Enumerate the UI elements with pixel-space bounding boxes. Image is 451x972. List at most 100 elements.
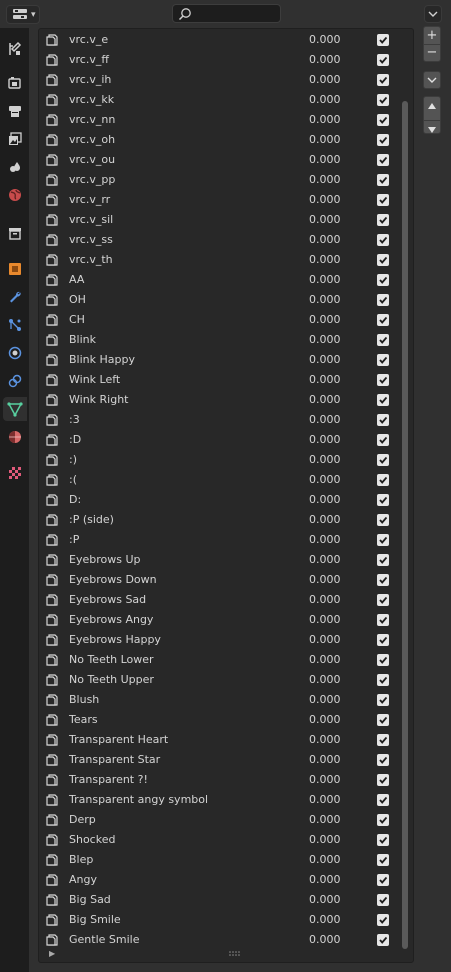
list-item[interactable]: vrc.v_nn 0.000 <box>39 110 403 130</box>
shape-key-name[interactable]: Eyebrows Down <box>69 573 157 586</box>
tab-physics[interactable] <box>3 341 27 365</box>
shape-key-mute-checkbox[interactable] <box>377 354 389 366</box>
shape-key-mute-checkbox[interactable] <box>377 754 389 766</box>
shape-key-mute-checkbox[interactable] <box>377 654 389 666</box>
move-down-button[interactable] <box>424 126 440 144</box>
shape-key-name[interactable]: vrc.v_rr <box>69 193 110 206</box>
list-item[interactable]: Blush 0.000 <box>39 690 403 710</box>
list-item[interactable]: vrc.v_e 0.000 <box>39 30 403 50</box>
shape-key-mute-checkbox[interactable] <box>377 114 389 126</box>
shape-key-name[interactable]: vrc.v_ss <box>69 233 113 246</box>
specials-menu-button[interactable] <box>423 71 441 89</box>
shape-key-name[interactable]: vrc.v_pp <box>69 173 115 186</box>
list-item[interactable]: vrc.v_ou 0.000 <box>39 150 403 170</box>
list-item[interactable]: vrc.v_oh 0.000 <box>39 130 403 150</box>
shape-key-name[interactable]: No Teeth Upper <box>69 673 154 686</box>
list-item[interactable]: D: 0.000 <box>39 490 403 510</box>
tab-scene[interactable] <box>3 155 27 179</box>
list-item[interactable]: Big Smile 0.000 <box>39 910 403 930</box>
move-up-button[interactable] <box>424 102 440 120</box>
shape-key-mute-checkbox[interactable] <box>377 934 389 946</box>
shape-key-value[interactable]: 0.000 <box>309 473 341 486</box>
shape-key-mute-checkbox[interactable] <box>377 694 389 706</box>
shape-key-mute-checkbox[interactable] <box>377 474 389 486</box>
search-field[interactable] <box>172 4 281 23</box>
shape-key-name[interactable]: Eyebrows Up <box>69 553 140 566</box>
shape-key-value[interactable]: 0.000 <box>309 753 341 766</box>
shape-key-mute-checkbox[interactable] <box>377 314 389 326</box>
shape-key-value[interactable]: 0.000 <box>309 793 341 806</box>
list-item[interactable]: Transparent Star 0.000 <box>39 750 403 770</box>
resize-grip-icon[interactable] <box>229 951 241 957</box>
list-item[interactable]: Wink Right 0.000 <box>39 390 403 410</box>
tab-material[interactable] <box>3 425 27 449</box>
shape-key-name[interactable]: vrc.v_nn <box>69 113 115 126</box>
tab-modifiers[interactable] <box>3 285 27 309</box>
shape-key-mute-checkbox[interactable] <box>377 814 389 826</box>
shape-key-value[interactable]: 0.000 <box>309 153 341 166</box>
shape-key-name[interactable]: CH <box>69 313 85 326</box>
shape-key-name[interactable]: :3 <box>69 413 80 426</box>
shape-key-name[interactable]: :P <box>69 533 79 546</box>
tab-world[interactable] <box>3 183 27 207</box>
list-item[interactable]: Derp 0.000 <box>39 810 403 830</box>
shape-key-name[interactable]: Blep <box>69 853 93 866</box>
list-item[interactable]: CH 0.000 <box>39 310 403 330</box>
tab-particles[interactable] <box>3 313 27 337</box>
shape-key-value[interactable]: 0.000 <box>309 273 341 286</box>
shape-key-value[interactable]: 0.000 <box>309 773 341 786</box>
list-item[interactable]: vrc.v_pp 0.000 <box>39 170 403 190</box>
shape-key-mute-checkbox[interactable] <box>377 454 389 466</box>
shape-key-value[interactable]: 0.000 <box>309 493 341 506</box>
list-item[interactable]: Eyebrows Down 0.000 <box>39 570 403 590</box>
shape-keys-list[interactable]: ▶ vrc.v_e 0.000 vrc.v_ff 0.000 vrc.v_ih 0.000… <box>38 28 414 963</box>
shape-key-value[interactable]: 0.000 <box>309 593 341 606</box>
shape-key-name[interactable]: vrc.v_th <box>69 253 113 266</box>
shape-key-name[interactable]: Transparent Heart <box>69 733 168 746</box>
shape-key-name[interactable]: Transparent ?! <box>69 773 148 786</box>
list-item[interactable]: Blink Happy 0.000 <box>39 350 403 370</box>
shape-key-name[interactable]: Eyebrows Sad <box>69 593 146 606</box>
list-item[interactable]: :) 0.000 <box>39 450 403 470</box>
list-item[interactable]: AA 0.000 <box>39 270 403 290</box>
shape-key-value[interactable]: 0.000 <box>309 873 341 886</box>
shape-key-name[interactable]: :D <box>69 433 81 446</box>
shape-key-value[interactable]: 0.000 <box>309 53 341 66</box>
shape-key-mute-checkbox[interactable] <box>377 254 389 266</box>
shape-key-mute-checkbox[interactable] <box>377 554 389 566</box>
shape-key-name[interactable]: vrc.v_sil <box>69 213 113 226</box>
shape-key-value[interactable]: 0.000 <box>309 413 341 426</box>
shape-key-mute-checkbox[interactable] <box>377 214 389 226</box>
shape-key-name[interactable]: Big Sad <box>69 893 111 906</box>
shape-key-name[interactable]: Derp <box>69 813 96 826</box>
shape-key-name[interactable]: Angy <box>69 873 97 886</box>
list-item[interactable]: vrc.v_ih 0.000 <box>39 70 403 90</box>
shape-key-name[interactable]: vrc.v_ff <box>69 53 109 66</box>
list-item[interactable]: Blep 0.000 <box>39 850 403 870</box>
list-item[interactable]: Shocked 0.000 <box>39 830 403 850</box>
shape-key-value[interactable]: 0.000 <box>309 653 341 666</box>
shape-key-name[interactable]: Blink Happy <box>69 353 135 366</box>
list-item[interactable]: Big Sad 0.000 <box>39 890 403 910</box>
shape-key-name[interactable]: Shocked <box>69 833 115 846</box>
shape-key-value[interactable]: 0.000 <box>309 613 341 626</box>
shape-key-value[interactable]: 0.000 <box>309 213 341 226</box>
shape-key-value[interactable]: 0.000 <box>309 233 341 246</box>
shape-key-mute-checkbox[interactable] <box>377 134 389 146</box>
list-item[interactable]: vrc.v_rr 0.000 <box>39 190 403 210</box>
shape-key-mute-checkbox[interactable] <box>377 574 389 586</box>
shape-key-mute-checkbox[interactable] <box>377 414 389 426</box>
shape-key-name[interactable]: No Teeth Lower <box>69 653 154 666</box>
list-item[interactable]: :P (side) 0.000 <box>39 510 403 530</box>
shape-key-value[interactable]: 0.000 <box>309 853 341 866</box>
shape-key-mute-checkbox[interactable] <box>377 174 389 186</box>
tab-object[interactable] <box>3 257 27 281</box>
shape-key-value[interactable]: 0.000 <box>309 173 341 186</box>
list-item[interactable]: Blink 0.000 <box>39 330 403 350</box>
shape-key-mute-checkbox[interactable] <box>377 274 389 286</box>
shape-key-mute-checkbox[interactable] <box>377 614 389 626</box>
shape-key-mute-checkbox[interactable] <box>377 34 389 46</box>
list-item[interactable]: vrc.v_ss 0.000 <box>39 230 403 250</box>
shape-key-mute-checkbox[interactable] <box>377 834 389 846</box>
shape-key-mute-checkbox[interactable] <box>377 54 389 66</box>
